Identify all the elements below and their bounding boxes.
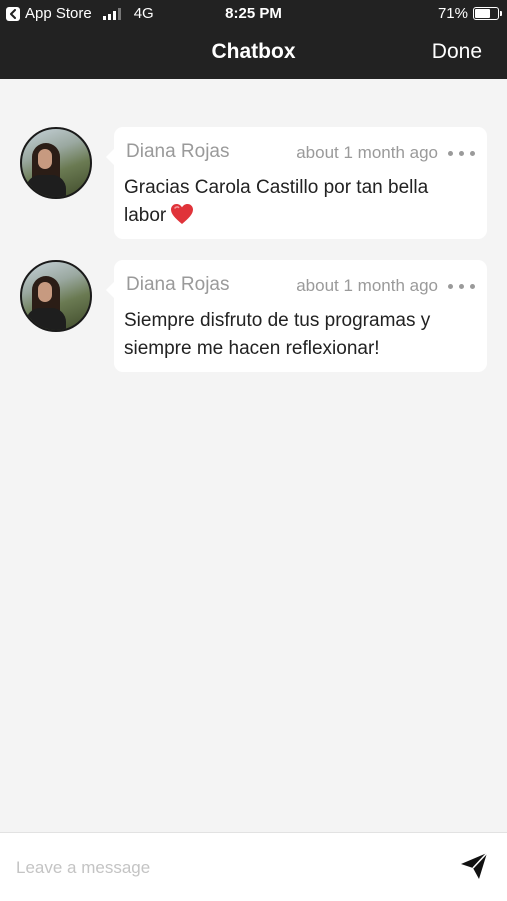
sender-name[interactable]: Diana Rojas	[126, 141, 230, 163]
message-bubble: Diana Rojas about 1 month ago Siempre di…	[106, 260, 487, 372]
status-time: 8:25 PM	[225, 5, 282, 22]
more-dots-icon[interactable]	[448, 149, 475, 157]
composer-bar	[0, 832, 507, 901]
avatar[interactable]	[20, 127, 92, 199]
more-dots-icon[interactable]	[448, 282, 475, 290]
battery-icon	[473, 7, 502, 20]
battery-percent: 71%	[437, 5, 468, 22]
message-time: about 1 month ago	[296, 143, 438, 162]
status-right: 71%	[437, 5, 502, 22]
avatar[interactable]	[20, 260, 92, 332]
sender-name[interactable]: Diana Rojas	[126, 274, 230, 296]
message-text: Siempre disfruto de tus programas y siem…	[124, 310, 431, 359]
status-bar: App Store 4G 8:25 PM 71%	[0, 0, 507, 28]
send-icon[interactable]	[459, 851, 489, 881]
message-input[interactable]	[14, 851, 438, 885]
message-time: about 1 month ago	[296, 276, 438, 295]
message-bubble: Diana Rojas about 1 month ago Gracias Ca…	[106, 127, 487, 239]
red-heart-icon	[170, 203, 194, 234]
message-text-wrap: Gracias Carola Castillo por tan bella la…	[124, 174, 474, 234]
done-button[interactable]: Done	[432, 40, 482, 64]
nav-bar: Chatbox Done	[0, 28, 507, 79]
